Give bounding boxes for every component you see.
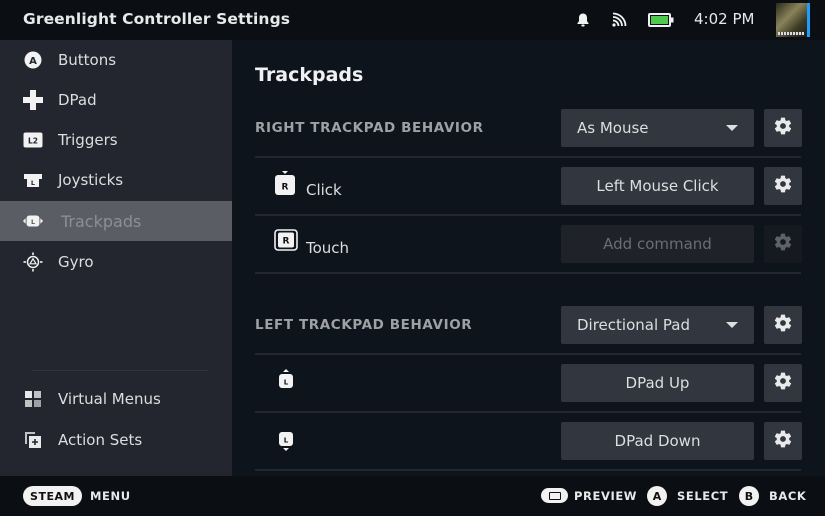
row-label-click: Click [306,181,342,199]
left-trackpad-settings-button[interactable] [764,306,802,344]
command-label: DPad Down [614,432,701,450]
row-divider [255,272,801,274]
sidebar-item-label: Gyro [58,253,94,271]
svg-text:L: L [31,179,35,187]
b-button-icon: B [739,486,759,506]
dpad-icon [22,89,44,111]
gear-icon [773,174,793,198]
right-click-command-button[interactable]: Left Mouse Click [561,167,754,205]
sidebar-item-label: Triggers [58,131,118,149]
preview-hint-label[interactable]: PREVIEW [574,489,637,503]
gyro-icon [22,251,44,273]
svg-text:R: R [282,183,289,193]
gear-icon [773,429,793,453]
virtual-menus-icon [22,388,44,410]
sidebar-item-action-sets[interactable]: Action Sets [0,420,232,460]
chevron-down-icon [726,322,738,328]
row-divider [255,353,801,355]
steam-button[interactable]: STEAM [23,486,82,506]
dpad-up-settings-button[interactable] [764,364,802,402]
l2-trigger-icon: L2 [22,129,44,151]
sidebar-item-label: Buttons [58,51,117,69]
sidebar-item-trackpads[interactable]: L Trackpads [0,201,232,241]
gear-icon [773,232,793,256]
sidebar-item-label: Virtual Menus [58,390,161,408]
select-hint-label[interactable]: SELECT [677,489,728,503]
sidebar-item-label: Trackpads [61,211,142,231]
gear-icon [773,371,793,395]
sidebar-item-gyro[interactable]: Gyro [0,242,232,282]
menu-hint-label: MENU [90,489,131,503]
dpad-up-command-button[interactable]: DPad Up [561,364,754,402]
dropdown-value: As Mouse [577,119,649,137]
sidebar-item-dpad[interactable]: DPad [0,80,232,120]
svg-text:L: L [284,437,289,445]
a-button-icon: A [22,49,44,71]
back-hint-label[interactable]: BACK [769,489,806,503]
right-trackpad-click-icon: R [274,171,296,201]
gear-icon [773,116,793,140]
command-label: Add command [603,235,712,253]
right-touch-add-command-button[interactable]: Add command [561,225,754,263]
command-label: DPad Up [625,374,690,392]
dpad-down-command-button[interactable]: DPad Down [561,422,754,460]
dpad-down-settings-button[interactable] [764,422,802,460]
section-label-right-trackpad: RIGHT TRACKPAD BEHAVIOR [255,120,484,136]
trackpad-icon: L [22,210,44,232]
sidebar-item-joysticks[interactable]: L Joysticks [0,160,232,200]
row-divider [255,469,801,471]
gear-icon [773,313,793,337]
cast-icon [611,0,627,40]
svg-text:L2: L2 [28,137,38,146]
svg-text:L: L [31,218,35,226]
svg-text:A: A [29,56,37,67]
sidebar: A Buttons DPad L2 Triggers L Joysticks L… [0,40,232,476]
bell-icon[interactable] [575,0,591,40]
svg-text:R: R [283,237,290,247]
left-trackpad-mode-dropdown[interactable]: Directional Pad [561,306,754,344]
clock: 4:02 PM [694,10,755,28]
sidebar-item-triggers[interactable]: L2 Triggers [0,120,232,160]
sidebar-divider [32,370,208,371]
row-divider [255,411,801,413]
row-divider [255,156,801,158]
section-label-left-trackpad: LEFT TRACKPAD BEHAVIOR [255,317,473,333]
row-label-touch: Touch [306,239,350,257]
top-bar: Greenlight Controller Settings 4:02 PM [0,0,825,40]
left-trackpad-down-icon: L [278,431,294,455]
view-button-icon [541,488,568,503]
svg-text:L: L [284,379,289,387]
dropdown-value: Directional Pad [577,316,690,334]
page-title: Trackpads [255,64,364,86]
avatar[interactable] [776,3,810,37]
sidebar-item-virtual-menus[interactable]: Virtual Menus [0,379,232,419]
right-trackpad-touch-icon: R [274,229,298,255]
row-divider [255,214,801,216]
action-sets-icon [22,429,44,451]
battery-icon [648,0,674,40]
footer-bar: STEAM MENU PREVIEW A SELECT B BACK [0,476,825,516]
avatar-caption [778,32,804,35]
sidebar-item-buttons[interactable]: A Buttons [0,40,232,80]
a-button-icon: A [647,486,667,506]
left-trackpad-up-icon: L [278,369,294,393]
app-title: Greenlight Controller Settings [23,10,291,28]
chevron-down-icon [726,125,738,131]
sidebar-item-label: Action Sets [58,431,143,449]
right-trackpad-settings-button[interactable] [764,109,802,147]
right-trackpad-mode-dropdown[interactable]: As Mouse [561,109,754,147]
sidebar-item-label: DPad [58,91,97,109]
command-label: Left Mouse Click [596,177,719,195]
main-panel: Trackpads RIGHT TRACKPAD BEHAVIOR As Mou… [232,40,825,476]
sidebar-item-label: Joysticks [58,171,124,189]
right-click-settings-button[interactable] [764,167,802,205]
joystick-icon: L [22,169,44,191]
right-touch-settings-button[interactable] [764,225,802,263]
